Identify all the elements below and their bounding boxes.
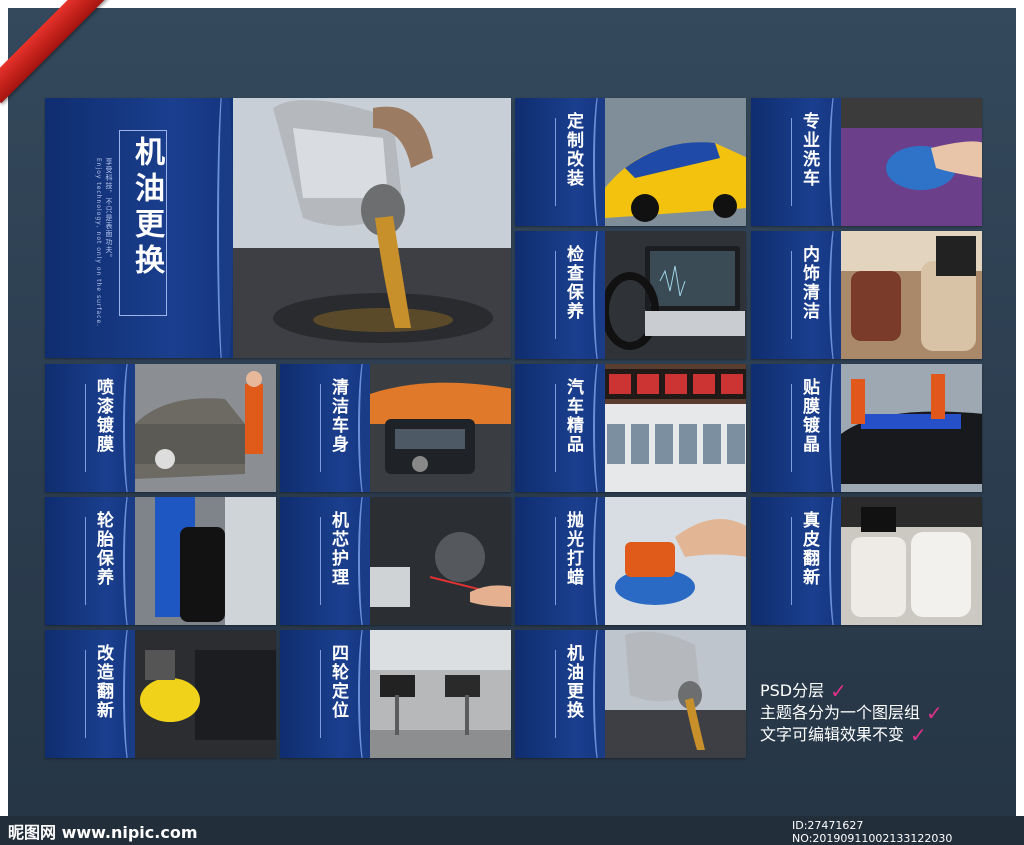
psd-notes: PSD分层 ✓ 主题各分为一个图层组 ✓ 文字可编辑效果不变 ✓	[760, 680, 943, 746]
decor-line	[791, 384, 792, 472]
panel-cleaning-dashboard: 清洁车身	[280, 364, 511, 492]
panel-title: 机芯护理	[328, 511, 348, 587]
yellow-polishing-pad-photo	[135, 630, 276, 758]
note-text-1: PSD分层	[760, 681, 825, 700]
check-icon: ✓	[910, 723, 927, 747]
leather-seats-photo	[841, 497, 982, 625]
decor-line	[320, 384, 321, 472]
oil-pouring-photo	[605, 630, 746, 758]
panel-accessory-store-shelves: 汽车精品	[515, 364, 746, 492]
panel-title: 四轮定位	[328, 644, 348, 720]
oil-pour-photo	[233, 98, 511, 358]
yellow-race-car-photo	[605, 98, 746, 226]
panel-title: 机油更换	[563, 644, 583, 720]
subtitle-chinese: 享受科技，不只是表面功夫。	[105, 158, 113, 262]
panel-title: 机油更换	[129, 136, 164, 280]
decor-line	[791, 517, 792, 605]
panel-title: 专业洗车	[799, 112, 819, 188]
decor-line	[320, 650, 321, 738]
workers-wrapping-car-photo	[841, 364, 982, 492]
note-editable-text: 文字可编辑效果不变 ✓	[760, 724, 943, 746]
note-text-2: 主题各分为一个图层组	[760, 703, 921, 722]
panel-yellow-polishing-pad: 改造翻新	[45, 630, 276, 758]
decor-line	[85, 384, 86, 472]
panel-title: 改造翻新	[93, 644, 113, 720]
panel-polishing-machine: 抛光打蜡	[515, 497, 746, 625]
panel-leather-seats: 真皮翻新	[751, 497, 982, 625]
decor-line	[85, 650, 86, 738]
image-id: ID:27471627 NO:20190911002133122030	[792, 819, 953, 845]
panel-mechanic-painting-car: 喷漆镀膜	[45, 364, 276, 492]
oil-pour-image	[233, 98, 511, 358]
panel-title: 喷漆镀膜	[93, 378, 113, 454]
panel-mechanic-holding-tire: 轮胎保养	[45, 497, 276, 625]
note-text-3: 文字可编辑效果不变	[760, 725, 905, 744]
decor-line	[85, 517, 86, 605]
panel-engine-bay-diagnostics: 机芯护理	[280, 497, 511, 625]
panel-title: 抛光打蜡	[563, 511, 583, 587]
panel-repair-workshop-lifts: 四轮定位	[280, 630, 511, 758]
polishing-machine-photo	[605, 497, 746, 625]
panel-car-washing-sponge: 专业洗车	[751, 98, 982, 226]
panel-title: 汽车精品	[563, 378, 583, 454]
decor-line	[791, 118, 792, 206]
note-psd-layers: PSD分层 ✓	[760, 680, 943, 702]
decor-line	[555, 251, 556, 339]
decor-line	[555, 118, 556, 206]
car-washing-sponge-photo	[841, 98, 982, 226]
panel-title: 定制改装	[563, 112, 583, 188]
panel-title: 清洁车身	[328, 378, 348, 454]
car-interior-seats-photo	[841, 231, 982, 359]
panel-title: 贴膜镀晶	[799, 378, 819, 454]
panel-oil-pouring: 机油更换	[515, 630, 746, 758]
panel-car-interior-seats: 内饰清洁	[751, 231, 982, 359]
decor-line	[555, 650, 556, 738]
decor-line	[791, 251, 792, 339]
panel-yellow-race-car: 定制改装	[515, 98, 746, 226]
check-icon: ✓	[830, 679, 847, 703]
panel-laptop-diagnostics: 检查保养	[515, 231, 746, 359]
panel-title: 内饰清洁	[799, 245, 819, 321]
engine-bay-diagnostics-photo	[370, 497, 511, 625]
corner-ribbon	[0, 0, 110, 110]
check-icon: ✓	[926, 701, 943, 725]
mechanic-holding-tire-photo	[135, 497, 276, 625]
panel-title: 真皮翻新	[799, 511, 819, 587]
panel-title: 检查保养	[563, 245, 583, 321]
decor-line	[555, 517, 556, 605]
note-layer-groups: 主题各分为一个图层组 ✓	[760, 702, 943, 724]
laptop-diagnostics-photo	[601, 231, 746, 359]
panel-title: 轮胎保养	[93, 511, 113, 587]
subtitle-english: Enjoy technology, not only on the surfac…	[95, 158, 102, 328]
site-logo[interactable]: 昵图网 www.nipic.com	[8, 819, 198, 843]
mechanic-painting-car-photo	[135, 364, 276, 492]
accessory-store-shelves-photo	[605, 364, 746, 492]
decor-line	[320, 517, 321, 605]
cleaning-dashboard-photo	[370, 364, 511, 492]
large-panel: 机油更换 享受科技，不只是表面功夫。 Enjoy technology, not…	[45, 98, 511, 358]
panel-workers-wrapping-car: 贴膜镀晶	[751, 364, 982, 492]
repair-workshop-lifts-photo	[370, 630, 511, 758]
decor-line	[555, 384, 556, 472]
